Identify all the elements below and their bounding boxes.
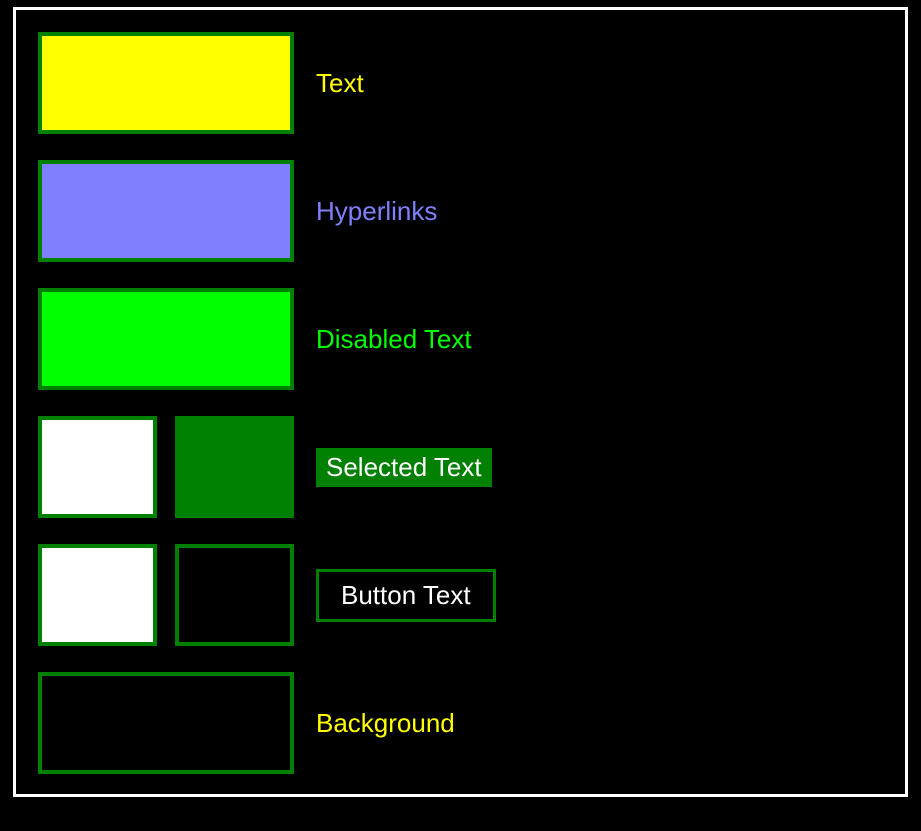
swatch-pair-button (38, 544, 294, 646)
row-selected-text: Selected Text (38, 416, 883, 518)
swatch-button-bg[interactable] (175, 544, 294, 646)
swatch-selected-bg[interactable] (175, 416, 294, 518)
swatch-disabled-text[interactable] (38, 288, 294, 390)
label-background: Background (316, 708, 455, 739)
row-button-text: Button Text (38, 544, 883, 646)
swatch-text[interactable] (38, 32, 294, 134)
row-text: Text (38, 32, 883, 134)
row-hyperlinks: Hyperlinks (38, 160, 883, 262)
label-hyperlinks: Hyperlinks (316, 196, 437, 227)
color-settings-panel: Text Hyperlinks Disabled Text Selected T… (13, 7, 908, 797)
swatch-selected-fg[interactable] (38, 416, 157, 518)
label-text: Text (316, 68, 364, 99)
swatch-background[interactable] (38, 672, 294, 774)
swatch-hyperlinks[interactable] (38, 160, 294, 262)
row-disabled-text: Disabled Text (38, 288, 883, 390)
row-background: Background (38, 672, 883, 774)
label-disabled-text: Disabled Text (316, 324, 472, 355)
swatch-button-fg[interactable] (38, 544, 157, 646)
label-button-text: Button Text (316, 569, 496, 622)
swatch-pair-selected (38, 416, 294, 518)
label-selected-text: Selected Text (316, 448, 492, 487)
